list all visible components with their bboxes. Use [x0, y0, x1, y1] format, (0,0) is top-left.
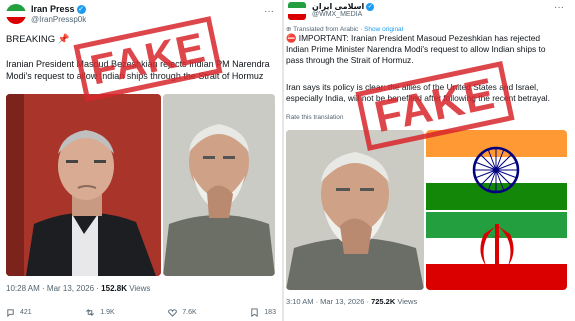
- left-account-name[interactable]: Iran Press ✓: [31, 4, 86, 15]
- ashoka-chakra-icon: [472, 146, 520, 194]
- translation-note: ⊕ Translated from Arabic · Show original: [286, 26, 404, 33]
- reply-button[interactable]: 421: [6, 308, 32, 317]
- right-tweet-line-2: Indian Prime Minister Narendra Modi's re…: [286, 44, 546, 54]
- right-account-name[interactable]: اسلامی ایران ✓: [312, 2, 375, 11]
- more-icon[interactable]: ···: [554, 2, 564, 13]
- left-photo-modi[interactable]: [163, 94, 275, 276]
- iran-flag-image[interactable]: [426, 212, 567, 290]
- left-avatar[interactable]: [6, 4, 26, 24]
- right-avatar[interactable]: [288, 2, 306, 20]
- left-tweet-card: Iran Press ✓ @IranPressp0k ··· BREAKING 📌…: [0, 0, 282, 321]
- right-tweet-meta: 3:10 AM · Mar 13, 2026 · 725.2K Views: [286, 297, 418, 306]
- like-icon: [168, 309, 178, 317]
- like-button[interactable]: 7.6K: [168, 308, 197, 317]
- bookmark-button[interactable]: 183: [250, 308, 276, 317]
- right-tweet-line-3: pass through the Strait of Hormuz.: [286, 55, 414, 65]
- right-photo-modi[interactable]: [286, 130, 424, 290]
- iran-flag: [426, 212, 567, 290]
- left-tweet-meta: 10:28 AM · Mar 13, 2026 · 152.8K Views: [6, 284, 151, 293]
- left-handle[interactable]: @IranPressp0k: [31, 15, 86, 24]
- portrait-illustration: [286, 130, 424, 290]
- right-tweet-card: اسلامی ایران ✓ @WMX_MEDIA ··· ⊕ Translate…: [284, 0, 575, 321]
- more-icon[interactable]: ···: [264, 6, 274, 17]
- verified-icon: ✓: [366, 2, 375, 11]
- portrait-illustration: [6, 94, 161, 276]
- translate-icon: ⊕: [286, 26, 292, 33]
- rate-translation-link[interactable]: Rate this translation: [286, 114, 343, 121]
- india-flag: [426, 130, 567, 210]
- left-tweet-heading: BREAKING 📌: [6, 34, 70, 45]
- bookmark-icon: [251, 308, 258, 317]
- repost-icon: [86, 309, 95, 316]
- left-fake-stamp: FAKE: [73, 16, 223, 102]
- left-photo-pezeshkian[interactable]: [6, 94, 161, 276]
- reply-icon: [7, 309, 14, 317]
- left-action-bar: 421 1.9K 7.6K 183: [6, 308, 276, 317]
- verified-icon: ✓: [76, 5, 86, 15]
- show-original-link[interactable]: Show original: [364, 26, 403, 33]
- india-flag-image[interactable]: [426, 130, 567, 210]
- right-tweet-line-1: ⛔ IMPORTANT: Iranian President Masoud Pe…: [286, 33, 541, 43]
- portrait-illustration: [163, 94, 275, 276]
- right-handle[interactable]: @WMX_MEDIA: [312, 11, 362, 18]
- repost-button[interactable]: 1.9K: [85, 308, 115, 317]
